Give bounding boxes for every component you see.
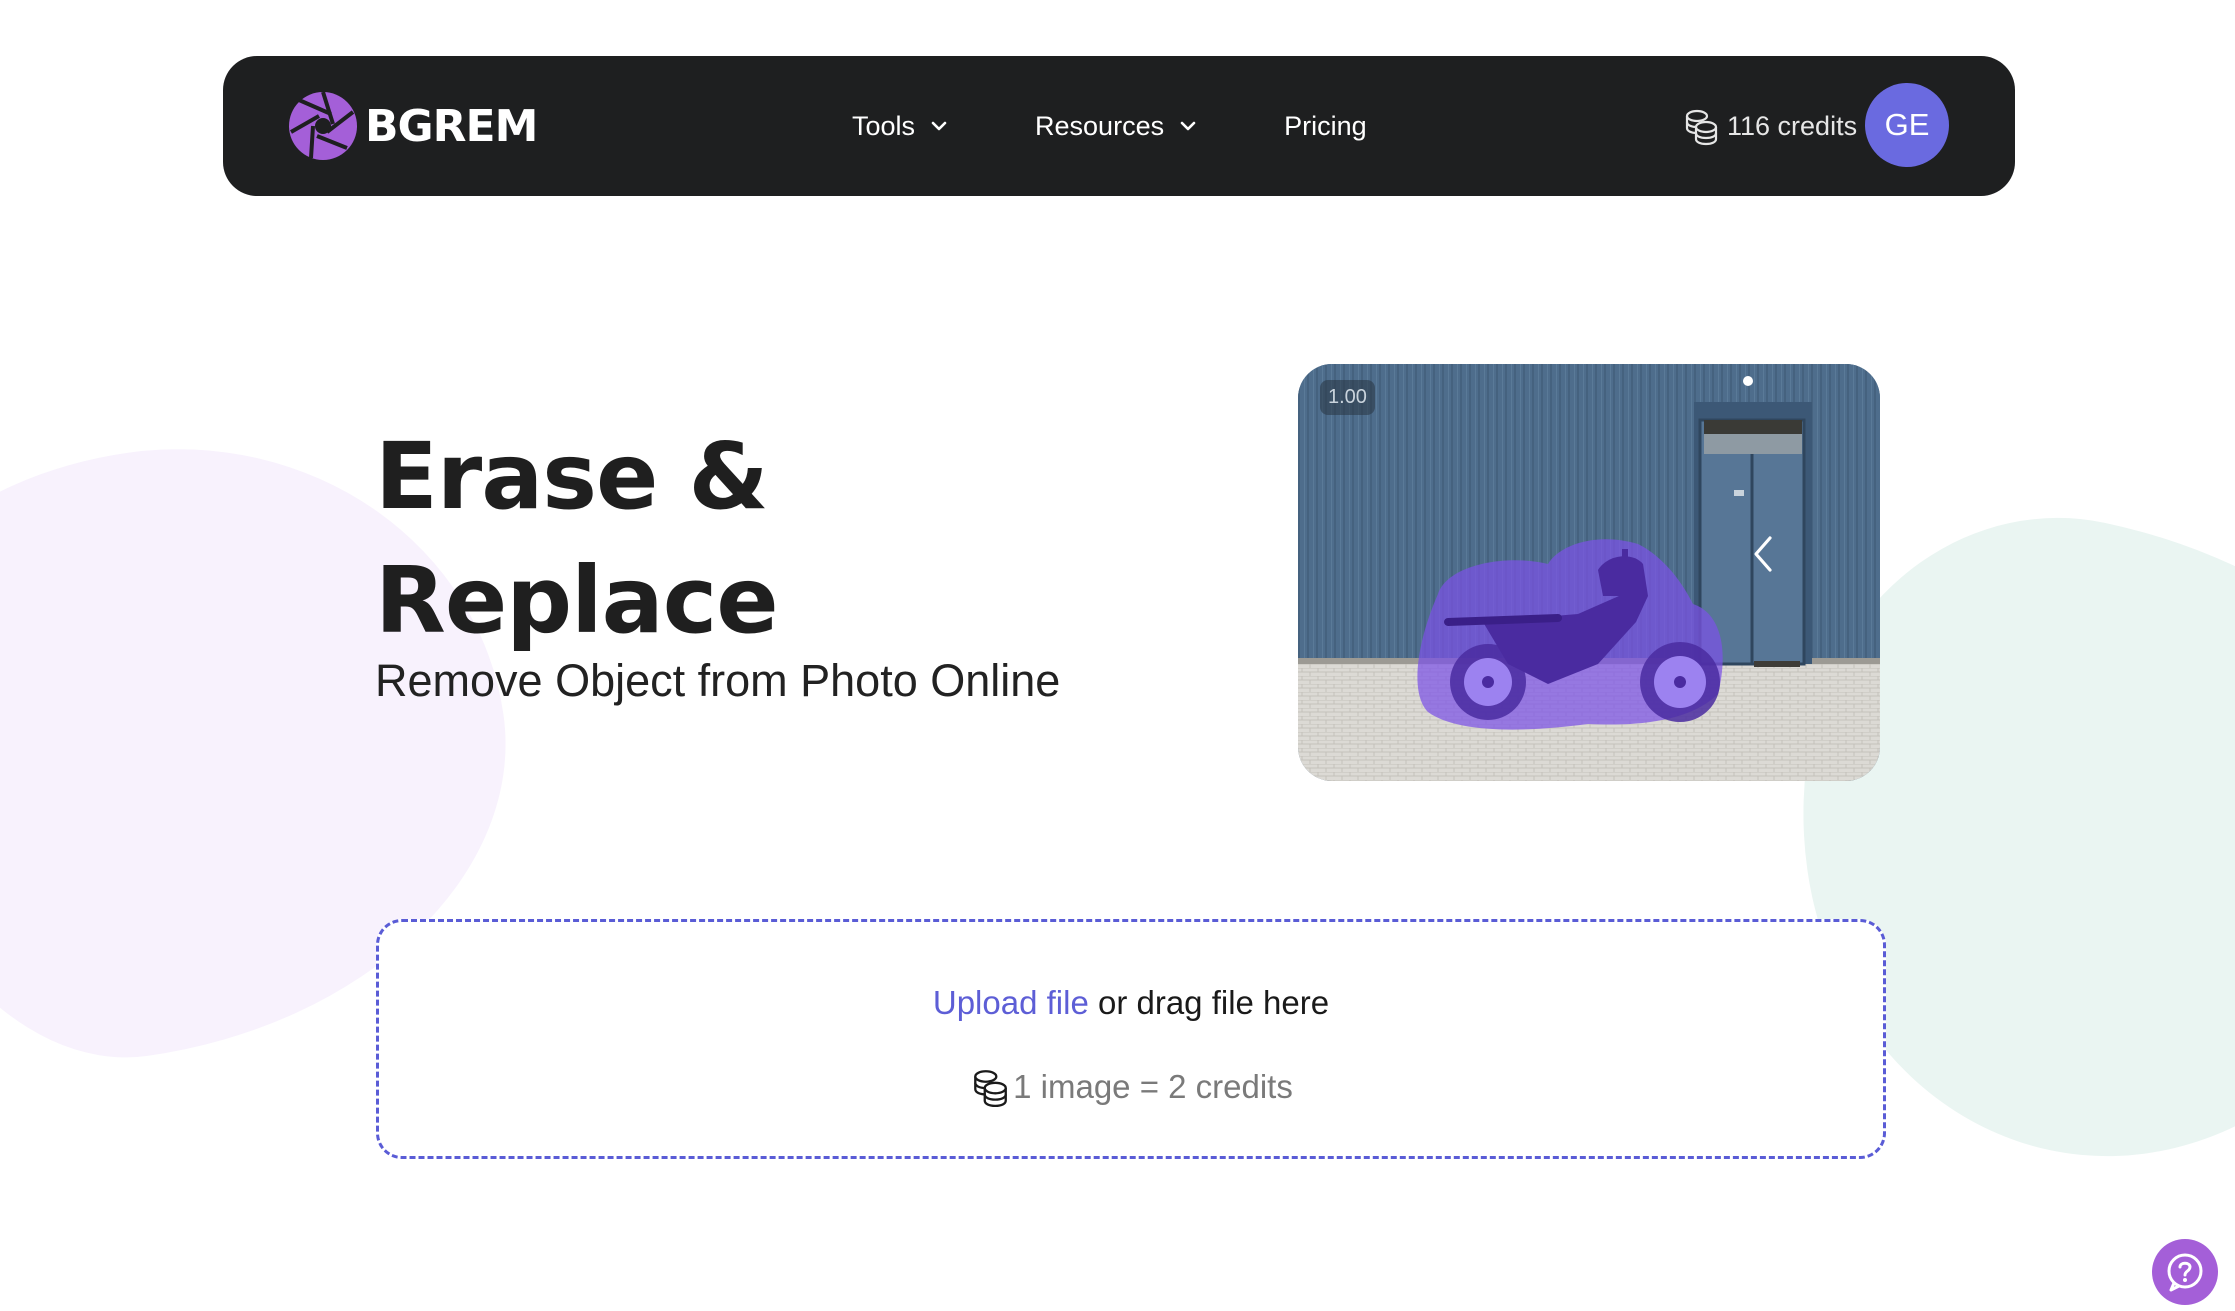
nav-item-resources-label: Resources	[1035, 110, 1165, 141]
brand-name: BGREM	[365, 100, 538, 152]
aperture-logo-icon	[289, 91, 357, 160]
credits-label: 116 credits	[1727, 110, 1858, 141]
upload-file-link[interactable]: Upload file	[933, 984, 1089, 1021]
zoom-level-badge: 1.00	[1320, 380, 1375, 415]
nav-item-pricing[interactable]: Pricing	[1284, 111, 1367, 142]
nav-item-tools-label: Tools	[852, 110, 916, 141]
page-title-line1: Erase &	[375, 423, 769, 530]
chevron-left-icon[interactable]	[1744, 532, 1784, 576]
coins-icon	[974, 1070, 1008, 1108]
help-chat-icon	[2167, 1253, 2203, 1292]
drag-file-text: or drag file here	[1088, 984, 1330, 1021]
logo-link[interactable]: BGREM	[287, 88, 538, 164]
motorcycle-scene-image	[1298, 364, 1880, 781]
credit-cost-info: 1 image = 2 credits	[379, 1066, 1883, 1108]
user-avatar[interactable]: GE	[1865, 83, 1949, 167]
upload-instructions: Upload file or drag file here	[379, 984, 1883, 1022]
nav-item-pricing-label: Pricing	[1284, 110, 1367, 141]
main-nav: Tools Resources Pricing	[852, 56, 1367, 196]
page-title-line2: Replace	[375, 547, 779, 654]
help-chat-button[interactable]	[2152, 1239, 2218, 1305]
nav-item-tools[interactable]: Tools	[852, 111, 949, 142]
nav-item-resources[interactable]: Resources	[1035, 111, 1198, 142]
page-subtitle: Remove Object from Photo Online	[375, 655, 1061, 706]
top-navbar: BGREM Tools Resources Pricing 116 credit…	[223, 56, 2015, 196]
page-title: Erase & Replace	[375, 415, 779, 663]
credit-cost-label: 1 image = 2 credits	[1013, 1068, 1293, 1105]
upload-dropzone[interactable]: Upload file or drag file here 1 image = …	[376, 919, 1886, 1159]
chevron-down-icon	[1180, 121, 1196, 131]
credits-indicator[interactable]: 116 credits	[1681, 56, 1857, 196]
chevron-down-icon	[931, 121, 947, 131]
coins-icon	[1685, 109, 1718, 146]
example-preview-image: 1.00	[1298, 364, 1880, 781]
